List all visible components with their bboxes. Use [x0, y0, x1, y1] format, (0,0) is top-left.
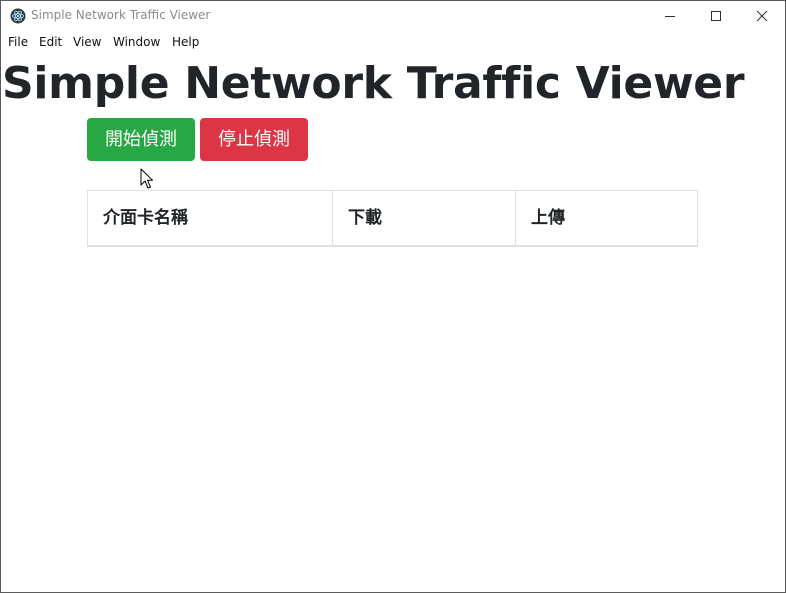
column-header-download: 下載: [333, 191, 516, 246]
menu-edit[interactable]: Edit: [39, 35, 62, 49]
start-monitoring-button[interactable]: 開始偵測: [87, 118, 195, 161]
traffic-table: 介面卡名稱 下載 上傳: [87, 190, 698, 247]
app-window: Simple Network Traffic Viewer File Edit …: [0, 0, 786, 593]
menu-bar: File Edit View Window Help: [1, 31, 785, 53]
maximize-button[interactable]: [693, 1, 739, 31]
close-button[interactable]: [739, 1, 785, 31]
minimize-icon: [665, 16, 675, 17]
minimize-button[interactable]: [647, 1, 693, 31]
maximize-icon: [711, 11, 721, 21]
close-icon: [756, 10, 768, 22]
menu-window[interactable]: Window: [113, 35, 160, 49]
menu-file[interactable]: File: [8, 35, 28, 49]
menu-view[interactable]: View: [73, 35, 101, 49]
electron-app-icon: [10, 8, 26, 24]
column-header-adapter-name: 介面卡名稱: [88, 191, 333, 246]
window-title: Simple Network Traffic Viewer: [31, 8, 211, 22]
page-title: Simple Network Traffic Viewer: [2, 58, 745, 109]
column-header-upload: 上傳: [531, 208, 565, 228]
title-bar[interactable]: Simple Network Traffic Viewer: [1, 1, 785, 31]
stop-monitoring-button[interactable]: 停止偵測: [200, 118, 308, 161]
menu-help[interactable]: Help: [172, 35, 199, 49]
